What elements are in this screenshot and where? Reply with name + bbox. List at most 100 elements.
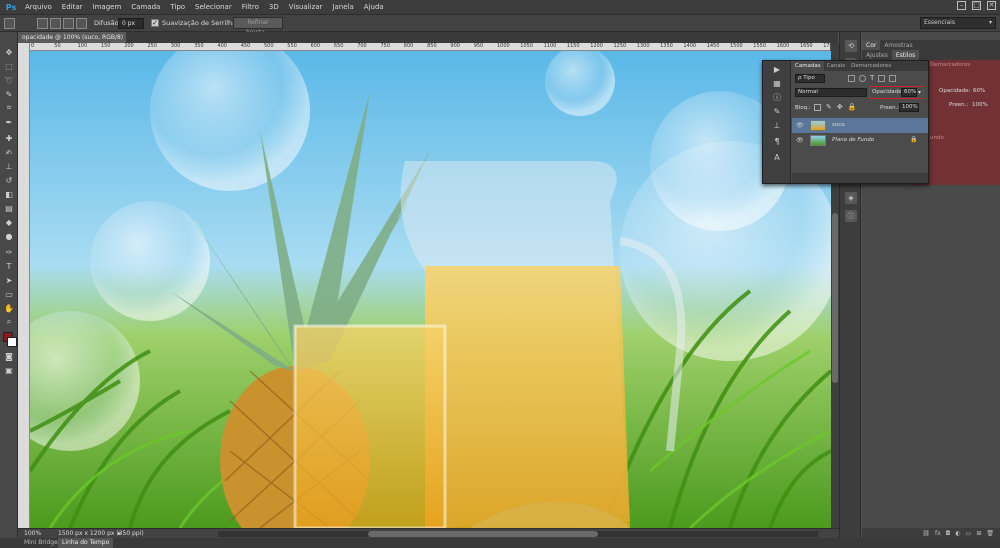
menu-janela[interactable]: Janela bbox=[327, 0, 358, 14]
add-selection-icon[interactable] bbox=[50, 18, 61, 29]
refine-edge-button[interactable]: Refinar Aresta... bbox=[233, 17, 283, 36]
history-panel-icon[interactable]: ⟲ bbox=[845, 40, 857, 52]
status-menu-icon[interactable]: ▸ bbox=[118, 530, 121, 537]
document-canvas[interactable] bbox=[30, 51, 831, 528]
3d-panel-icon[interactable]: ◈ bbox=[845, 192, 857, 204]
blend-mode-select[interactable]: Normal bbox=[795, 88, 867, 97]
stamp-tool-icon[interactable]: ⊥ bbox=[3, 160, 15, 172]
ruler-tick-label: 1300 bbox=[636, 43, 650, 49]
ghost-opacity-value: 60% bbox=[973, 88, 986, 94]
info-panel-icon[interactable]: ⓘ bbox=[845, 210, 857, 222]
menu-camada[interactable]: Camada bbox=[126, 0, 165, 14]
healing-tool-icon[interactable]: ✚ bbox=[3, 132, 15, 144]
horizontal-ruler: 0 50 100 150 200 250 300 350 400 450 500 550 600 650 7… bbox=[30, 43, 830, 51]
hand-tool-icon[interactable]: ✋ bbox=[3, 302, 15, 314]
opacity-dropdown-icon[interactable]: ▾ bbox=[918, 89, 921, 96]
trash-icon[interactable]: 🗑 bbox=[986, 530, 994, 537]
paragraph-icon[interactable]: ¶ bbox=[771, 137, 783, 147]
new-selection-icon[interactable] bbox=[37, 18, 48, 29]
layer-thumbnail-suco bbox=[810, 120, 826, 131]
tab-demarcadores[interactable]: Demarcadores bbox=[848, 61, 894, 71]
info-icon[interactable]: ⓘ bbox=[771, 93, 783, 103]
group-icon[interactable]: ▭ bbox=[966, 530, 972, 537]
menu-arquivo[interactable]: Arquivo bbox=[20, 0, 57, 14]
pen-tool-icon[interactable]: ✑ bbox=[3, 246, 15, 258]
crop-tool-icon[interactable]: ⌗ bbox=[3, 102, 15, 114]
fx-icon[interactable]: fx bbox=[935, 530, 941, 537]
gradient-tool-icon[interactable]: ▤ bbox=[3, 202, 15, 214]
link-layers-icon[interactable]: ⛓ bbox=[922, 530, 930, 537]
lasso-preset-icon[interactable] bbox=[4, 18, 15, 29]
dodge-tool-icon[interactable]: ● bbox=[3, 230, 15, 242]
menu-imagem[interactable]: Imagem bbox=[88, 0, 127, 14]
minimize-button[interactable]: – bbox=[957, 1, 966, 10]
layer-row-suco[interactable]: 👁 suco bbox=[792, 118, 928, 133]
play-icon[interactable]: ▶ bbox=[771, 65, 783, 75]
brush-preset-icon[interactable]: ✎ bbox=[771, 107, 783, 117]
menu-ajuda[interactable]: Ajuda bbox=[359, 0, 389, 14]
document-tab[interactable]: opacidade @ 100% (suco, RGB/8) *× bbox=[18, 32, 126, 52]
eraser-tool-icon[interactable]: ◧ bbox=[3, 188, 15, 200]
mask-icon[interactable]: ◘ bbox=[946, 530, 951, 537]
zoom-tool-icon[interactable]: ⌕ bbox=[3, 316, 15, 328]
visibility-eye-icon[interactable]: 👁 bbox=[796, 137, 804, 144]
menu-selecionar[interactable]: Selecionar bbox=[190, 0, 237, 14]
eyedropper-tool-icon[interactable]: ✒ bbox=[3, 116, 15, 128]
menu-tipo[interactable]: Tipo bbox=[165, 0, 190, 14]
brush-tool-icon[interactable]: ✍ bbox=[3, 146, 15, 158]
maximize-button[interactable]: □ bbox=[972, 1, 981, 10]
visibility-eye-icon[interactable]: 👁 bbox=[796, 122, 804, 129]
subtract-selection-icon[interactable] bbox=[63, 18, 74, 29]
menu-editar[interactable]: Editar bbox=[57, 0, 88, 14]
tools-preset-icon[interactable]: ▦ bbox=[771, 79, 783, 89]
lock-position-icon[interactable]: ✥ bbox=[837, 104, 843, 111]
shape-tool-icon[interactable]: ▭ bbox=[3, 288, 15, 300]
zoom-level[interactable]: 100% bbox=[24, 530, 41, 537]
intersect-selection-icon[interactable] bbox=[76, 18, 87, 29]
tab-canais[interactable]: Canais bbox=[824, 61, 848, 71]
history-brush-tool-icon[interactable]: ↺ bbox=[3, 174, 15, 186]
ghost-layers-panel: Demarcadores Opacidade: 60% Preen.: 100% bbox=[925, 60, 1000, 120]
antialias-label: Suavização de Serrilhado bbox=[162, 19, 245, 27]
lasso-tool-icon[interactable]: ➰ bbox=[3, 74, 15, 86]
horizontal-scroll-thumb[interactable] bbox=[368, 531, 598, 537]
marquee-tool-icon[interactable]: ⬚ bbox=[3, 60, 15, 72]
smart-filter-icon[interactable] bbox=[889, 75, 897, 82]
antialias-checkbox[interactable]: ✓ bbox=[151, 19, 159, 27]
ruler-tick-label: 1400 bbox=[683, 43, 697, 49]
adjust-filter-icon[interactable] bbox=[859, 75, 866, 82]
layer-filter-select[interactable]: ρ Tipo bbox=[795, 74, 825, 83]
screen-mode-icon[interactable]: ▣ bbox=[3, 364, 15, 376]
new-layer-icon[interactable]: ⊞ bbox=[976, 530, 981, 537]
workspace-select[interactable]: Essenciais ▾ bbox=[920, 17, 996, 29]
feather-input[interactable]: 0 px bbox=[118, 18, 144, 29]
menu-filtro[interactable]: Filtro bbox=[237, 0, 264, 14]
lock-pixels-icon[interactable]: ✎ bbox=[826, 104, 832, 111]
close-window-button[interactable]: ✕ bbox=[987, 1, 996, 10]
shape-filter-icon[interactable] bbox=[878, 75, 886, 82]
type-tool-icon[interactable]: T bbox=[3, 260, 15, 272]
type-filter-icon[interactable]: T bbox=[870, 75, 874, 83]
quick-mask-icon[interactable]: ◙ bbox=[3, 350, 15, 362]
path-select-tool-icon[interactable]: ➤ bbox=[3, 274, 15, 286]
menu-visualizar[interactable]: Visualizar bbox=[284, 0, 328, 14]
tab-timeline[interactable]: Linha do Tempo bbox=[58, 538, 114, 548]
opacity-input[interactable]: 60% bbox=[901, 88, 917, 97]
pixel-filter-icon[interactable] bbox=[848, 75, 855, 82]
clone-source-icon[interactable]: ⊥ bbox=[771, 121, 783, 131]
tab-mini-bridge[interactable]: Mini Bridge bbox=[20, 538, 62, 548]
background-color-swatch[interactable] bbox=[7, 337, 17, 347]
blur-tool-icon[interactable]: ◆ bbox=[3, 216, 15, 228]
quick-select-tool-icon[interactable]: ✎ bbox=[3, 88, 15, 100]
fill-input[interactable]: 100% bbox=[899, 103, 919, 112]
vertical-scroll-thumb[interactable] bbox=[832, 213, 838, 383]
lock-all-icon[interactable]: 🔒 bbox=[848, 104, 857, 111]
horizontal-scrollbar[interactable] bbox=[218, 531, 818, 537]
tab-camadas[interactable]: Camadas bbox=[792, 61, 824, 71]
menu-3d[interactable]: 3D bbox=[264, 0, 284, 14]
character-icon[interactable]: A bbox=[771, 153, 783, 163]
adjustment-icon[interactable]: ◐ bbox=[955, 530, 960, 537]
layer-row-background[interactable]: 👁 Plano de Fundo 🔒 bbox=[792, 133, 928, 148]
move-tool-icon[interactable]: ✥ bbox=[3, 46, 15, 58]
lock-transparency-icon[interactable] bbox=[814, 104, 821, 111]
